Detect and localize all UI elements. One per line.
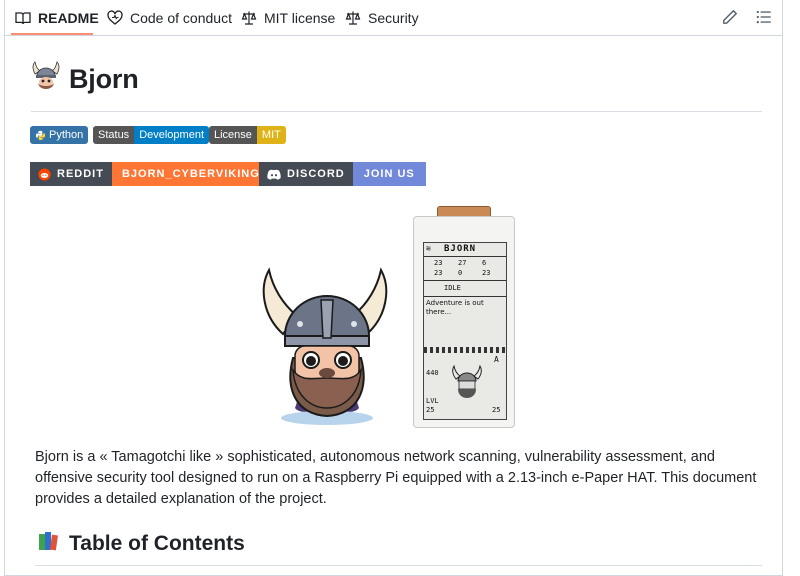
edit-button[interactable] (721, 8, 739, 26)
scale-icon (241, 10, 257, 26)
tab-security-label: Security (368, 9, 419, 26)
discord-badge-value: JOIN US (352, 162, 426, 186)
python-badge[interactable]: Python (30, 126, 89, 144)
viking-logo-icon (31, 60, 61, 99)
device-stat: 6 (482, 259, 487, 267)
device-name-label: BJORN (444, 244, 477, 254)
reddit-badge[interactable]: REDDIT BJORN_CYBERVIKING (30, 162, 270, 186)
heart-icon (107, 10, 123, 26)
reddit-icon (38, 167, 51, 181)
license-badge-label: License (209, 126, 257, 144)
scale-icon (345, 10, 361, 26)
device-stat: 27 (458, 259, 467, 267)
device-stat: 23 (434, 269, 443, 277)
active-tab-indicator (11, 33, 93, 35)
pencil-icon (723, 9, 738, 24)
status-badge[interactable]: Status Development (93, 126, 210, 144)
license-badge[interactable]: License MIT (209, 126, 286, 144)
reddit-badge-value: BJORN_CYBERVIKING (111, 162, 270, 186)
python-icon (35, 130, 46, 140)
status-badge-label: Status (93, 126, 135, 144)
discord-badge[interactable]: DISCORD JOIN US (259, 162, 426, 186)
tab-code-of-conduct-label: Code of conduct (130, 9, 232, 26)
book-icon (15, 10, 31, 26)
device-message: Adventure is out there... (426, 299, 484, 317)
python-badge-label: Python (49, 129, 84, 141)
title-divider (31, 111, 762, 112)
tab-readme[interactable]: README (15, 0, 99, 35)
discord-icon (267, 169, 281, 180)
device-status: IDLE (444, 284, 461, 292)
readme-panel: README Code of conduct MIT license Secur… (4, 0, 783, 576)
device-stat: 23 (482, 269, 491, 277)
outline-button[interactable] (755, 8, 773, 26)
epaper-device-image: ≋ BJORN 23 27 6 23 0 23 IDLE Adventure i… (413, 202, 515, 428)
device-message-line: there... (426, 308, 452, 316)
device-right-bottom: 25 (492, 406, 501, 414)
books-icon (37, 530, 59, 557)
tab-readme-label: README (38, 9, 99, 26)
readme-tabbar: README Code of conduct MIT license Secur… (5, 0, 782, 36)
epaper-screen: ≋ BJORN 23 27 6 23 0 23 IDLE Adventure i… (423, 242, 507, 420)
tab-security[interactable]: Security (345, 0, 419, 35)
device-message-line: Adventure is out (426, 299, 484, 307)
tab-mit-license-label: MIT license (264, 9, 336, 26)
device-stat: 0 (458, 269, 463, 277)
project-description: Bjorn is a « Tamagotchi like » sophistic… (35, 449, 757, 507)
device-lvl: 25 (426, 406, 435, 414)
tab-code-of-conduct[interactable]: Code of conduct (107, 0, 232, 35)
device-right-top: A (494, 355, 499, 364)
tab-mit-license[interactable]: MIT license (241, 0, 335, 35)
toc-heading-row: Table of Contents (37, 530, 245, 557)
status-badge-value: Development (134, 126, 210, 144)
device-coins: 440 (426, 369, 439, 377)
page-title: Bjorn (69, 64, 139, 94)
viking-mascot-image (262, 267, 388, 425)
toc-heading: Table of Contents (69, 531, 245, 555)
device-viking-icon (452, 365, 482, 398)
discord-badge-label: DISCORD (287, 168, 345, 180)
license-badge-value: MIT (256, 126, 286, 144)
readme-title-row: Bjorn (31, 60, 139, 99)
device-lvl-label: LVL (426, 397, 439, 405)
toc-divider (35, 565, 762, 566)
reddit-badge-label: REDDIT (57, 168, 104, 180)
list-icon (756, 10, 771, 24)
device-stat: 23 (434, 259, 443, 267)
